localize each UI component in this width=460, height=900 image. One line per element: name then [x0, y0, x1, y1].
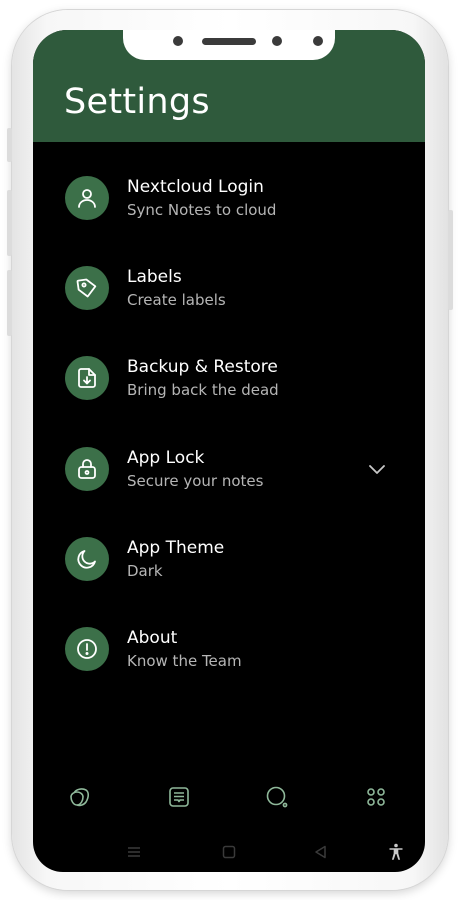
setting-backup-restore[interactable]: Backup & Restore Bring back the dead — [33, 350, 425, 420]
system-navigation-bar — [33, 838, 425, 866]
system-back-button[interactable] — [311, 842, 331, 862]
apps-grid-icon — [367, 788, 385, 806]
setting-title: Labels — [127, 267, 182, 287]
nav-search-button[interactable] — [262, 782, 292, 812]
nav-apps-button[interactable] — [361, 782, 391, 812]
setting-subtitle: Bring back the dead — [127, 381, 279, 399]
setting-subtitle: Dark — [127, 562, 163, 580]
setting-title: Nextcloud Login — [127, 177, 264, 197]
menu-icon — [128, 847, 140, 857]
home-square-icon — [222, 845, 236, 859]
tag-icon — [65, 266, 109, 310]
lock-icon — [65, 447, 109, 491]
setting-subtitle: Sync Notes to cloud — [127, 201, 277, 219]
search-icon — [266, 786, 288, 808]
setting-subtitle: Create labels — [127, 291, 226, 309]
system-menu-button[interactable] — [124, 842, 144, 862]
setting-app-lock[interactable]: App Lock Secure your notes — [33, 441, 425, 511]
info-icon — [65, 627, 109, 671]
user-icon — [65, 176, 109, 220]
setting-subtitle: Secure your notes — [127, 472, 264, 490]
setting-about[interactable]: About Know the Team — [33, 621, 425, 691]
sensor-dot — [173, 36, 183, 46]
notch — [123, 30, 335, 60]
volume-up-button — [7, 190, 12, 256]
setting-title: About — [127, 628, 178, 648]
setting-title: App Lock — [127, 448, 205, 468]
setting-nextcloud-login[interactable]: Nextcloud Login Sync Notes to cloud — [33, 170, 425, 240]
setting-subtitle: Know the Team — [127, 652, 242, 670]
bottom-navigation — [33, 782, 425, 812]
backup-icon — [65, 356, 109, 400]
setting-title: App Theme — [127, 538, 225, 558]
screen: Settings Nextcloud Login Sync Notes to c… — [33, 30, 425, 872]
accessibility-icon — [389, 843, 403, 860]
app-header: Settings — [33, 30, 425, 142]
volume-down-button — [7, 270, 12, 336]
page-title: Settings — [64, 82, 210, 122]
setting-title: Backup & Restore — [127, 357, 278, 377]
archive-icon — [169, 787, 189, 807]
sensor-dot — [313, 36, 323, 46]
setting-app-theme[interactable]: App Theme Dark — [33, 531, 425, 601]
back-triangle-icon — [315, 845, 326, 859]
side-button — [7, 128, 12, 162]
notes-stack-icon — [70, 788, 90, 807]
moon-icon — [65, 537, 109, 581]
chevron-down-icon[interactable] — [367, 459, 387, 479]
power-button — [448, 210, 453, 310]
system-home-button[interactable] — [219, 842, 239, 862]
setting-labels[interactable]: Labels Create labels — [33, 260, 425, 330]
nav-notes-button[interactable] — [65, 782, 95, 812]
system-accessibility-button[interactable] — [386, 842, 406, 862]
nav-archive-button[interactable] — [164, 782, 194, 812]
camera-dot — [272, 36, 282, 46]
earpiece-speaker — [202, 38, 256, 45]
